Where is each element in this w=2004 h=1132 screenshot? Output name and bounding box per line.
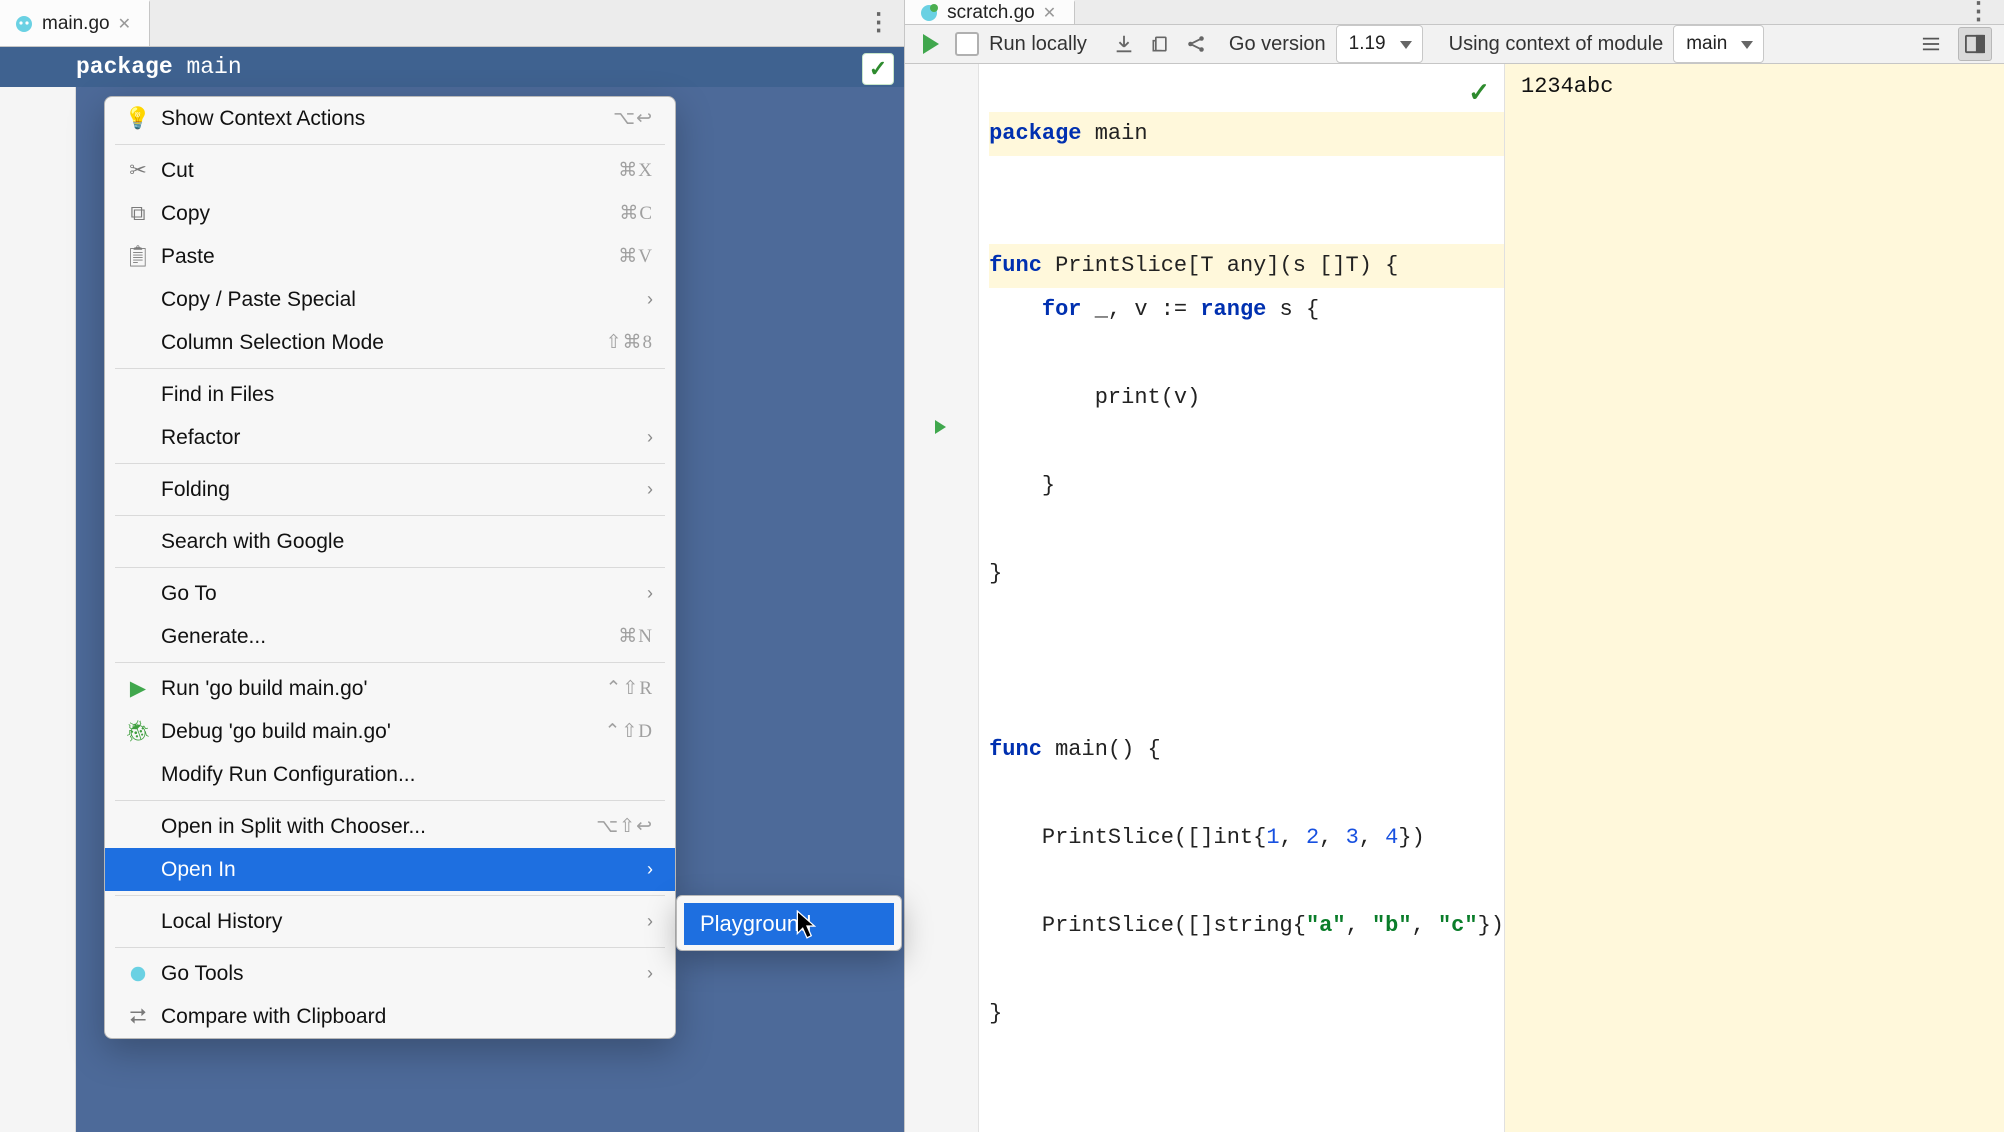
ctx-paste[interactable]: 📋︎Paste⌘V <box>105 235 675 278</box>
chevron-right-icon: › <box>647 427 653 448</box>
cut-icon: ✂︎ <box>123 158 153 183</box>
ctx-open-in[interactable]: Open In› <box>105 848 675 891</box>
copy-icon[interactable] <box>1147 31 1173 57</box>
go-scratch-file-icon <box>919 3 939 23</box>
ctx-copy[interactable]: ⧉Copy⌘C <box>105 192 675 235</box>
tab-label: main.go <box>42 13 110 35</box>
right-editor[interactable]: package main func PrintSlice[T any](s []… <box>905 64 2004 1132</box>
editor-context-menu: 💡 Show Context Actions ⌥↩︎ ✂︎Cut⌘X ⧉Copy… <box>104 96 676 1039</box>
inspection-ok-icon[interactable]: ✓ <box>862 53 894 85</box>
playground-toolbar: Run locally Go version 1.19 Using contex… <box>905 25 2004 64</box>
download-icon[interactable] <box>1111 31 1137 57</box>
open-in-submenu: Playground <box>676 895 902 951</box>
keyword-package: package <box>76 54 173 80</box>
gopher-icon <box>123 965 153 983</box>
ctx-compare-clipboard[interactable]: ⮂Compare with Clipboard <box>105 995 675 1038</box>
ctx-go-to[interactable]: Go To› <box>105 572 675 615</box>
tab-more-button[interactable]: ⋮ <box>854 0 904 46</box>
right-editor-pane: scratch.go ✕ ⋮ Run locally Go version 1.… <box>905 0 2004 1132</box>
ctx-run-build[interactable]: ▶Run 'go build main.go'⌃⇧R <box>105 667 675 710</box>
run-locally-label: Run locally <box>989 33 1087 56</box>
ctx-refactor[interactable]: Refactor› <box>105 416 675 459</box>
chevron-right-icon: › <box>647 911 653 932</box>
chevron-right-icon: › <box>647 583 653 604</box>
package-name: main <box>186 54 241 80</box>
tab-more-button[interactable]: ⋮ <box>1954 0 2004 24</box>
chevron-right-icon: › <box>647 859 653 880</box>
go-file-icon <box>14 14 34 34</box>
ctx-cut[interactable]: ✂︎Cut⌘X <box>105 149 675 192</box>
ctx-copy-paste-special[interactable]: Copy / Paste Special› <box>105 278 675 321</box>
close-tab-icon[interactable]: ✕ <box>118 14 131 34</box>
tab-main-go[interactable]: main.go ✕ <box>0 0 150 46</box>
code-area[interactable]: package main func PrintSlice[T any](s []… <box>979 64 1504 1132</box>
ctx-open-split[interactable]: Open in Split with Chooser...⌥⇧↩︎ <box>105 805 675 848</box>
go-version-select[interactable]: 1.19 <box>1336 25 1423 63</box>
inspection-ok-icon[interactable]: ✓ <box>1468 72 1490 116</box>
right-gutter <box>905 64 979 1132</box>
play-icon: ▶ <box>123 676 153 701</box>
submenu-playground[interactable]: Playground <box>684 903 894 945</box>
run-button[interactable] <box>917 30 945 58</box>
bulb-icon: 💡 <box>123 107 153 131</box>
ctx-debug-build[interactable]: 🐞︎Debug 'go build main.go'⌃⇧D <box>105 710 675 753</box>
chevron-right-icon: › <box>647 289 653 310</box>
output-panel: 1234abc <box>1504 64 2004 1132</box>
left-code-line-1: package main <box>0 47 904 87</box>
ctx-search-google[interactable]: Search with Google <box>105 520 675 563</box>
more-vert-icon: ⋮ <box>1967 6 1992 18</box>
ctx-folding[interactable]: Folding› <box>105 468 675 511</box>
right-tabbar: scratch.go ✕ ⋮ <box>905 0 2004 25</box>
copy-icon: ⧉ <box>123 202 153 226</box>
ctx-go-tools[interactable]: Go Tools› <box>105 952 675 995</box>
diff-icon: ⮂ <box>123 1005 153 1029</box>
ctx-local-history[interactable]: Local History› <box>105 900 675 943</box>
left-tabbar: main.go ✕ ⋮ <box>0 0 904 47</box>
side-panel-toggle[interactable] <box>1958 27 1992 61</box>
ctx-column-selection[interactable]: Column Selection Mode⇧⌘8 <box>105 321 675 364</box>
run-gutter-icon[interactable] <box>935 420 946 434</box>
mouse-cursor-icon <box>796 910 818 940</box>
chevron-right-icon: › <box>647 479 653 500</box>
close-tab-icon[interactable]: ✕ <box>1043 3 1056 23</box>
go-version-label: Go version <box>1229 33 1326 56</box>
soft-wrap-button[interactable] <box>1914 27 1948 61</box>
left-gutter <box>0 87 76 1132</box>
paste-icon: 📋︎ <box>123 245 153 269</box>
run-locally-checkbox[interactable] <box>955 32 979 56</box>
share-icon[interactable] <box>1183 31 1209 57</box>
context-label: Using context of module <box>1449 33 1664 56</box>
tab-scratch-go[interactable]: scratch.go ✕ <box>905 0 1075 24</box>
chevron-right-icon: › <box>647 963 653 984</box>
output-text: 1234abc <box>1521 74 1613 99</box>
ctx-show-context-actions[interactable]: 💡 Show Context Actions ⌥↩︎ <box>105 97 675 140</box>
more-vert-icon: ⋮ <box>867 17 892 29</box>
ctx-find-in-files[interactable]: Find in Files <box>105 373 675 416</box>
ctx-generate[interactable]: Generate...⌘N <box>105 615 675 658</box>
module-context-select[interactable]: main <box>1673 25 1764 63</box>
bug-icon: 🐞︎ <box>123 720 153 744</box>
ctx-modify-run-config[interactable]: Modify Run Configuration... <box>105 753 675 796</box>
play-icon <box>923 34 939 54</box>
tab-label: scratch.go <box>947 2 1035 24</box>
